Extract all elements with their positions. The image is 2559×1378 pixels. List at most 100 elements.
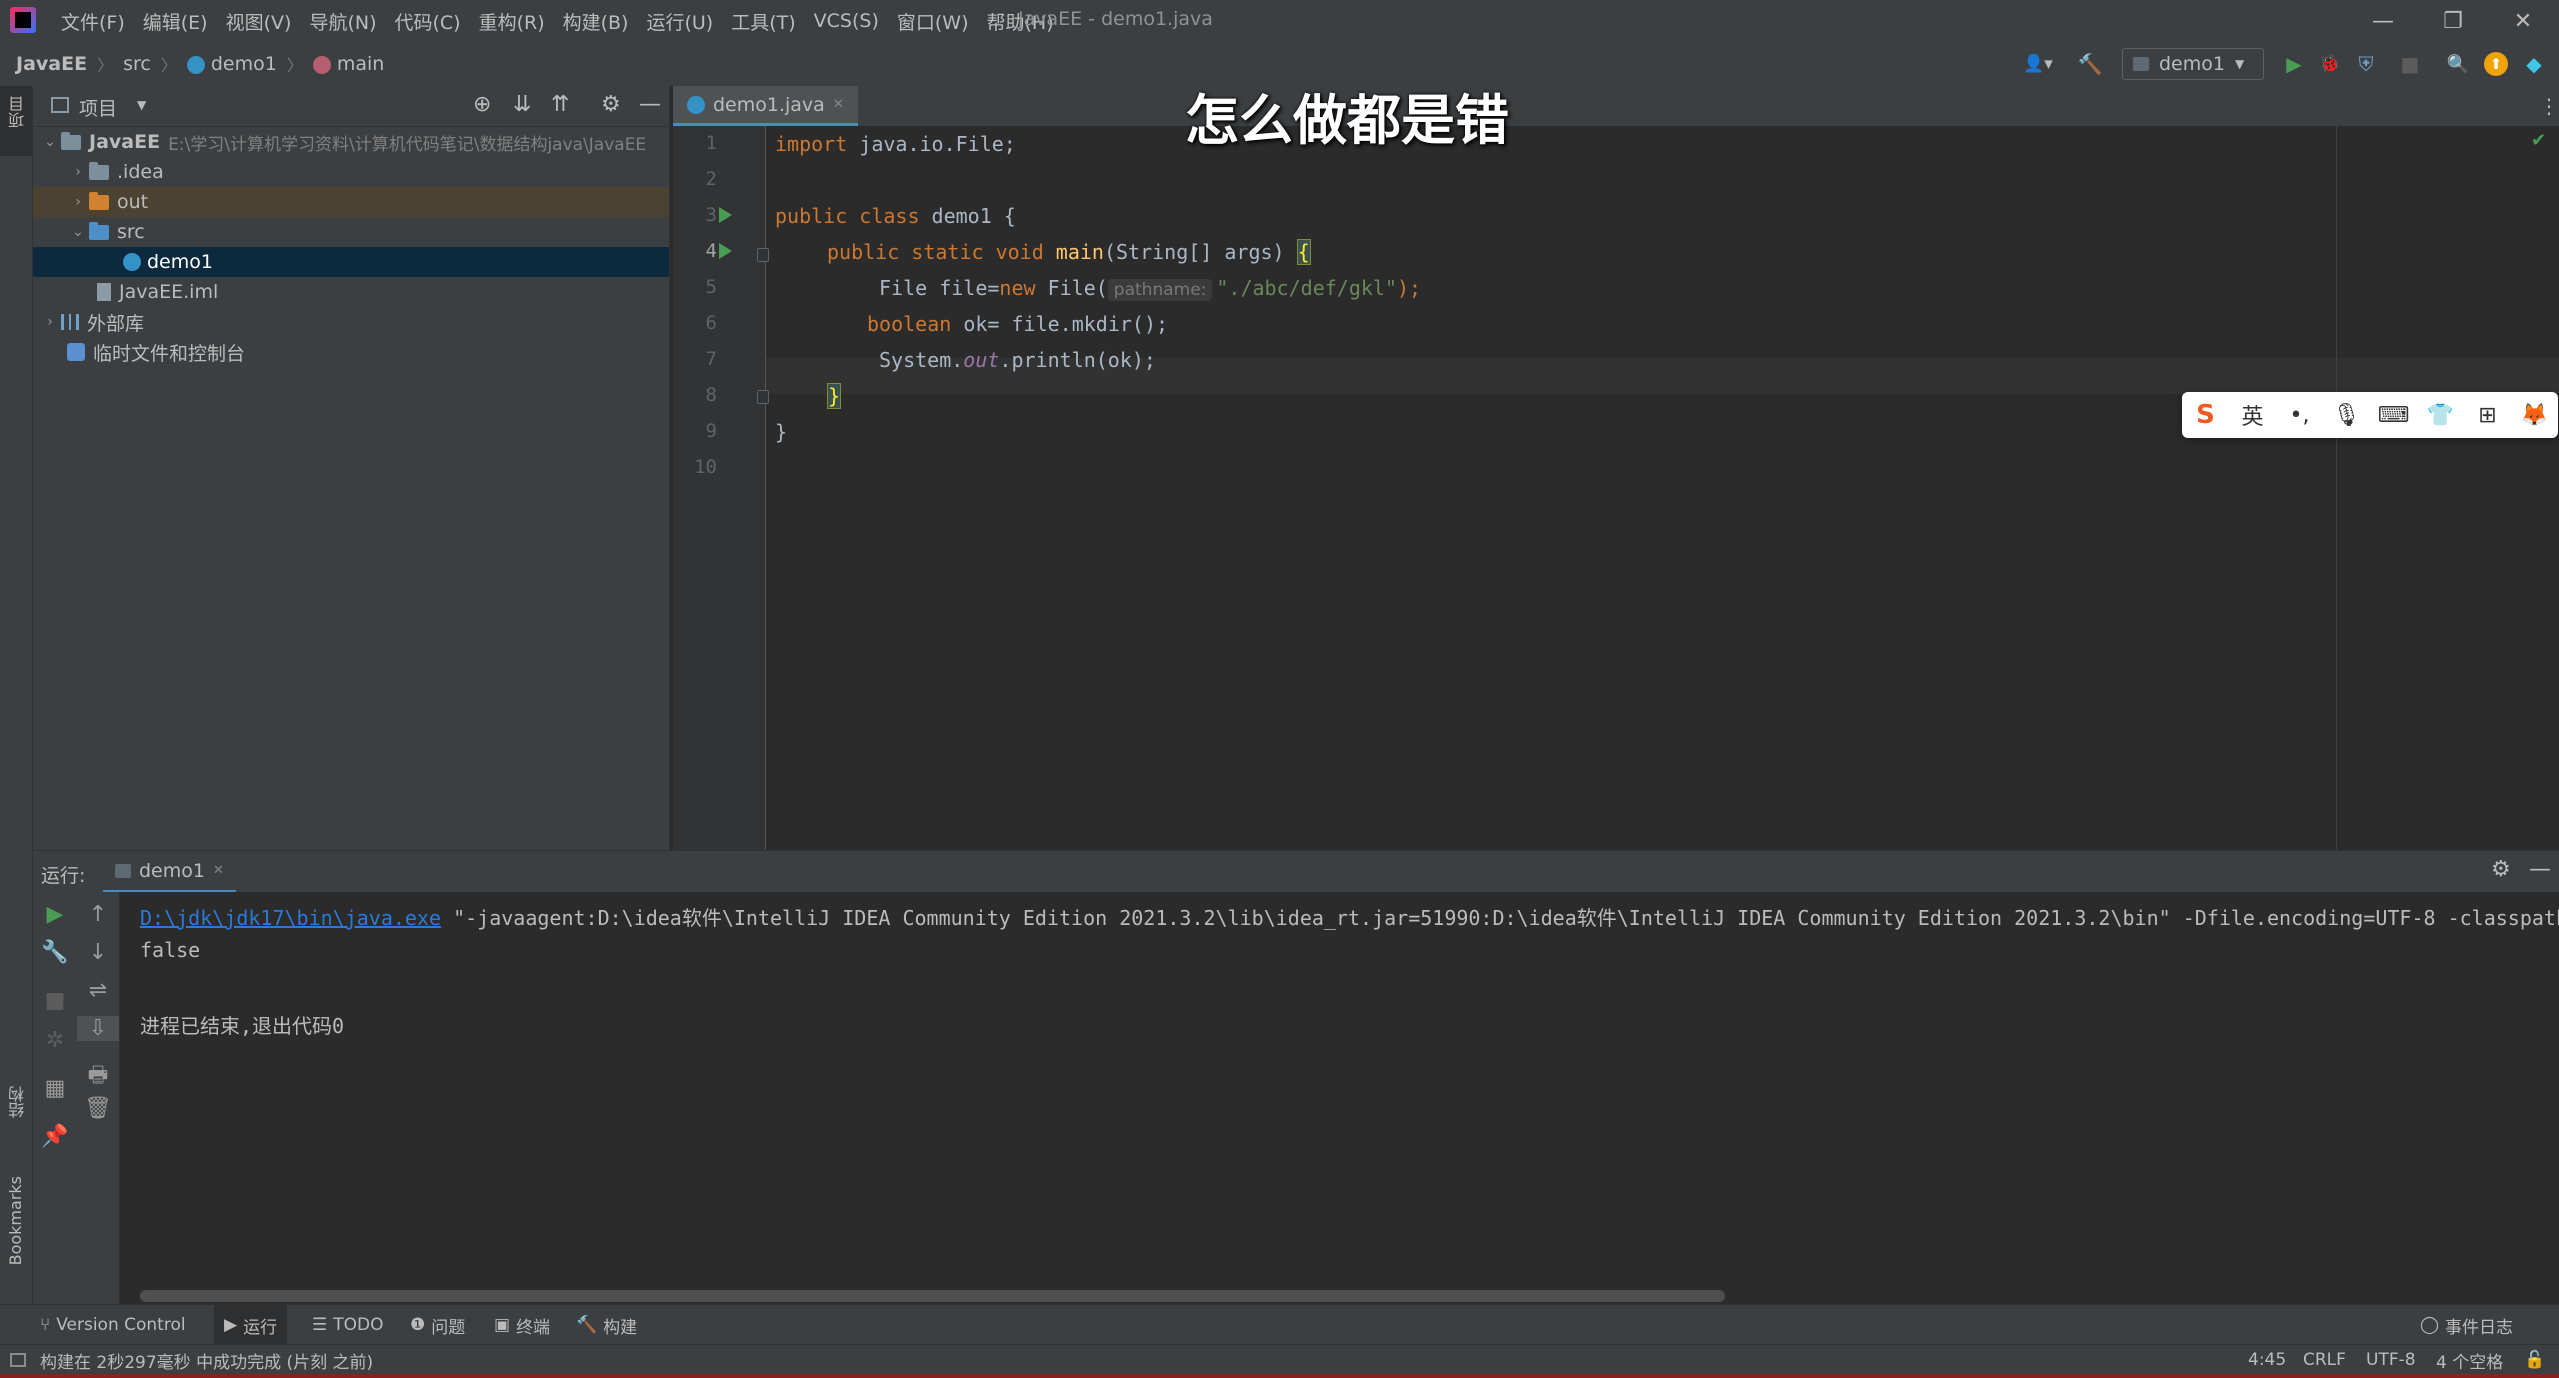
tree-item-javaee[interactable]: ⌄ JavaEE E:\学习\计算机学习资料\计算机代码笔记\数据结构java\… [33, 127, 675, 157]
menu-window[interactable]: 窗口(W) [888, 8, 978, 35]
menu-vcs[interactable]: VCS(S) [805, 10, 888, 32]
punctuation-icon[interactable]: •, [2282, 403, 2318, 428]
menu-build[interactable]: 构建(B) [554, 8, 638, 35]
lock-icon[interactable]: 🔓 [2524, 1345, 2545, 1375]
chevron-right-icon[interactable]: › [39, 314, 61, 330]
tree-item-idea[interactable]: › .idea [33, 157, 703, 187]
language-toggle-button[interactable]: 英 [2235, 399, 2271, 431]
indent-setting[interactable]: 4 个空格 [2436, 1345, 2503, 1375]
gear-icon[interactable]: ⚙ [2491, 857, 2511, 882]
breadcrumb-method[interactable]: main [312, 53, 384, 75]
build-hammer-icon[interactable]: 🔨 [2078, 52, 2103, 76]
hide-icon[interactable]: — [2529, 857, 2551, 882]
chevron-right-icon[interactable]: › [67, 164, 89, 180]
sogou-logo-icon[interactable]: S [2188, 400, 2224, 430]
tool-run[interactable]: ▶ 运行 [214, 1305, 288, 1345]
tab-demo1-java[interactable]: demo1.java ✕ [673, 86, 858, 126]
gear-icon[interactable]: ⚙ [601, 92, 621, 117]
chevron-down-icon[interactable]: ▼ [137, 98, 146, 112]
menu-edit[interactable]: 编辑(E) [134, 8, 217, 35]
chevron-down-icon[interactable]: ⌄ [39, 134, 61, 150]
arrow-down-icon[interactable]: ↓ [77, 940, 119, 965]
run-tab-demo1[interactable]: demo1 ✕ [103, 851, 236, 893]
tree-item-external-libraries[interactable]: › 外部库 [33, 307, 675, 337]
print-icon[interactable]: 🖶 [77, 1058, 119, 1096]
skin-icon[interactable]: 👕 [2423, 403, 2459, 428]
menu-code[interactable]: 代码(C) [385, 8, 469, 35]
keyboard-icon[interactable]: ⌨ [2376, 403, 2412, 428]
run-icon[interactable]: ▶ [2282, 52, 2306, 76]
jetbrains-logo-icon[interactable]: ◆ [2522, 52, 2546, 76]
run-gutter-icon[interactable] [719, 207, 732, 223]
tree-item-out[interactable]: › out [33, 187, 703, 217]
console-horizontal-scrollbar[interactable] [140, 1290, 1725, 1302]
file-encoding[interactable]: UTF-8 [2366, 1345, 2416, 1375]
locate-icon[interactable]: ⊕ [473, 92, 491, 117]
run-gutter-icon[interactable] [719, 243, 732, 259]
fold-icon[interactable] [757, 390, 769, 404]
chevron-right-icon[interactable]: › [67, 194, 89, 210]
breadcrumb-project[interactable]: JavaEE [16, 53, 87, 75]
bookmarks-tool-button[interactable]: Bookmarks [6, 1176, 25, 1265]
stop-icon[interactable]: ■ [33, 988, 77, 1013]
tool-event-log[interactable]: ◯ 事件日志 [2420, 1305, 2513, 1345]
panel-toggle-icon[interactable] [10, 1353, 26, 1367]
close-icon[interactable]: ✕ [833, 97, 844, 112]
menu-view[interactable]: 视图(V) [217, 8, 301, 35]
hide-icon[interactable]: — [639, 92, 661, 117]
project-tool-button[interactable]: 项目 [0, 86, 32, 156]
menu-navigate[interactable]: 导航(N) [300, 8, 385, 35]
chevron-down-icon[interactable]: ⌄ [67, 224, 89, 240]
tool-terminal[interactable]: ▣ 终端 [494, 1305, 550, 1345]
microphone-icon[interactable]: 🎙 [2329, 403, 2365, 428]
tree-item-javaee-iml[interactable]: JavaEE.iml [33, 277, 733, 307]
maximize-button[interactable]: ❐ [2418, 0, 2488, 42]
status-message[interactable]: 构建在 2秒297毫秒 中成功完成 (片刻 之前) [40, 1345, 373, 1375]
pin-icon[interactable]: 📌 [33, 1124, 77, 1149]
more-options-icon[interactable]: ⋮ [2539, 94, 2559, 118]
run-config-dropdown[interactable]: demo1 ▼ [2122, 48, 2264, 80]
debug-icon[interactable]: 🐞 [2318, 52, 2342, 76]
console-output[interactable]: D:\jdk\jdk17\bin\java.exe "-javaagent:D:… [120, 892, 2559, 1304]
toolbox-icon[interactable]: ⊞ [2470, 403, 2506, 428]
breadcrumb-file[interactable]: demo1 [186, 53, 277, 75]
wrench-icon[interactable]: 🔧 [33, 940, 77, 965]
arrow-up-icon[interactable]: ↑ [77, 902, 119, 927]
tree-item-scratches[interactable]: 临时文件和控制台 [33, 337, 703, 367]
caret-position[interactable]: 4:45 [2248, 1345, 2286, 1375]
fold-icon[interactable] [757, 248, 769, 262]
java-exe-link[interactable]: D:\jdk\jdk17\bin\java.exe [140, 906, 441, 930]
tool-build[interactable]: 🔨 构建 [576, 1305, 637, 1345]
structure-tool-button[interactable]: 结构 [6, 1086, 30, 1118]
intellij-logo-icon[interactable] [10, 7, 36, 33]
tool-todo[interactable]: ☰ TODO [312, 1305, 384, 1345]
menu-tools[interactable]: 工具(T) [722, 8, 804, 35]
search-icon[interactable]: 🔍 [2446, 52, 2470, 76]
expand-all-icon[interactable]: ⇊ [513, 92, 531, 117]
no-problems-check-icon[interactable]: ✔ [2531, 130, 2546, 151]
layout-icon[interactable]: ▦ [33, 1076, 77, 1101]
collapse-all-icon[interactable]: ⇈ [551, 92, 569, 117]
tree-item-src[interactable]: ⌄ src [33, 217, 703, 247]
mascot-icon[interactable]: 🦊 [2517, 403, 2553, 428]
soft-wrap-icon[interactable]: ⇌ [77, 978, 119, 1003]
menu-file[interactable]: 文件(F) [52, 8, 134, 35]
code-editor[interactable]: 1 2 3 4 5 6 7 8 9 10 import java.io.File… [673, 126, 2559, 850]
tree-item-demo1[interactable]: demo1 [33, 247, 759, 277]
project-panel-title[interactable]: 项目 [79, 94, 117, 121]
update-icon[interactable]: ⬆ [2484, 52, 2508, 76]
rerun-icon[interactable]: ▶ [33, 902, 77, 927]
dump-threads-icon[interactable]: ✲ [33, 1028, 77, 1053]
scroll-to-end-icon[interactable]: ⇩ [77, 1016, 119, 1041]
breadcrumb-folder[interactable]: src [123, 53, 151, 75]
tool-version-control[interactable]: ⑂ Version Control [40, 1305, 186, 1345]
stop-icon[interactable]: ■ [2398, 52, 2422, 76]
minimize-button[interactable]: — [2348, 0, 2418, 42]
close-window-button[interactable]: ✕ [2488, 0, 2558, 42]
close-icon[interactable]: ✕ [213, 863, 224, 878]
coverage-icon[interactable]: ⛨ [2354, 52, 2378, 76]
menu-refactor[interactable]: 重构(R) [470, 8, 554, 35]
tool-problems[interactable]: ❶ 问题 [410, 1305, 465, 1345]
trash-icon[interactable]: 🗑 [77, 1096, 119, 1121]
line-separator[interactable]: CRLF [2303, 1345, 2346, 1375]
